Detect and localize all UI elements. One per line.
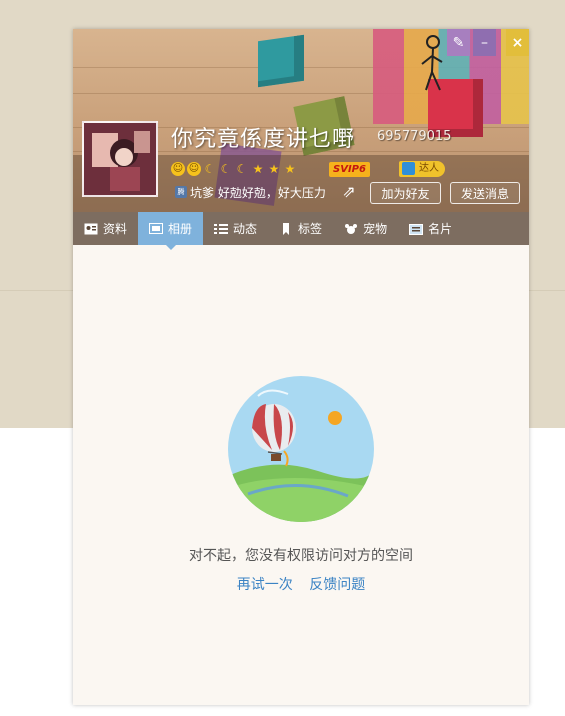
tab-label: 名片: [428, 222, 453, 236]
daren-label: 达人: [419, 163, 439, 174]
hot-air-balloon-illustration: [228, 376, 374, 522]
moon-icon: ☾: [220, 162, 232, 176]
bookmark-icon: [279, 222, 293, 235]
tab-pets[interactable]: 宠物: [333, 212, 398, 245]
tab-card[interactable]: 名片: [398, 212, 463, 245]
brush-icon[interactable]: ✎: [447, 29, 470, 56]
minimize-button[interactable]: –: [473, 29, 496, 56]
business-card-icon: [409, 223, 424, 235]
tab-tags[interactable]: 标签: [268, 212, 333, 245]
feed-list-icon: [214, 223, 229, 235]
share-icon[interactable]: ⇗: [340, 183, 358, 201]
photo-album-icon: [149, 222, 164, 235]
qq-number: 695779015: [377, 129, 452, 144]
star-icon: ★: [284, 162, 296, 176]
daren-icon: [402, 162, 415, 175]
feedback-link[interactable]: 反馈问题: [309, 577, 365, 593]
close-button[interactable]: ×: [506, 29, 529, 56]
profile-header: ✎ – × 你究竟係度讲乜嘢 695779015 ☺ ☺ ☾ ☾ ☾ ★ ★ ★: [73, 29, 529, 212]
tab-label: 动态: [233, 222, 258, 236]
avatar-image: [84, 123, 156, 195]
moon-icon: ☾: [204, 162, 216, 176]
star-icon: ★: [268, 162, 280, 176]
moon-icon: ☾: [236, 162, 248, 176]
sun-icon: ☺: [171, 162, 185, 176]
star-icon: ★: [252, 162, 264, 176]
signature-text: 坑爹 好勊好勊，好大压力: [190, 186, 326, 200]
avatar[interactable]: [82, 121, 158, 197]
signature-icon: 腾: [175, 186, 187, 198]
tab-label: 标签: [298, 222, 323, 236]
retry-link[interactable]: 再试一次: [237, 577, 293, 593]
action-links: 再试一次 反馈问题: [73, 574, 529, 594]
profile-window: ✎ – × 你究竟係度讲乜嘢 695779015 ☺ ☺ ☾ ☾ ☾ ★ ★ ★: [73, 29, 529, 705]
teal-block-decoration: [258, 34, 304, 88]
sun-icon: ☺: [187, 162, 201, 176]
profile-card-icon: [84, 223, 98, 235]
daren-badge[interactable]: 达人: [399, 161, 445, 177]
tab-album[interactable]: 相册: [138, 212, 204, 250]
tab-feed[interactable]: 动态: [203, 212, 268, 245]
send-message-button[interactable]: 发送消息: [450, 182, 520, 204]
tab-label: 宠物: [363, 222, 388, 236]
stick-figure-decoration: [421, 35, 443, 91]
tab-label: 资料: [103, 222, 128, 236]
no-permission-message: 对不起，您没有权限访问对方的空间: [189, 548, 413, 564]
vip-badge[interactable]: SVIP6: [329, 162, 370, 177]
tab-profile[interactable]: 资料: [73, 212, 138, 245]
tab-label: 相册: [168, 222, 193, 236]
add-friend-button[interactable]: 加为好友: [370, 182, 441, 204]
nickname: 你究竟係度讲乜嘢: [171, 127, 356, 152]
tab-bar: 资料 相册 动态 标签 宠物 名片: [73, 212, 529, 250]
pet-icon: [344, 223, 358, 235]
level-icons: ☺ ☺ ☾ ☾ ☾ ★ ★ ★: [171, 161, 297, 177]
